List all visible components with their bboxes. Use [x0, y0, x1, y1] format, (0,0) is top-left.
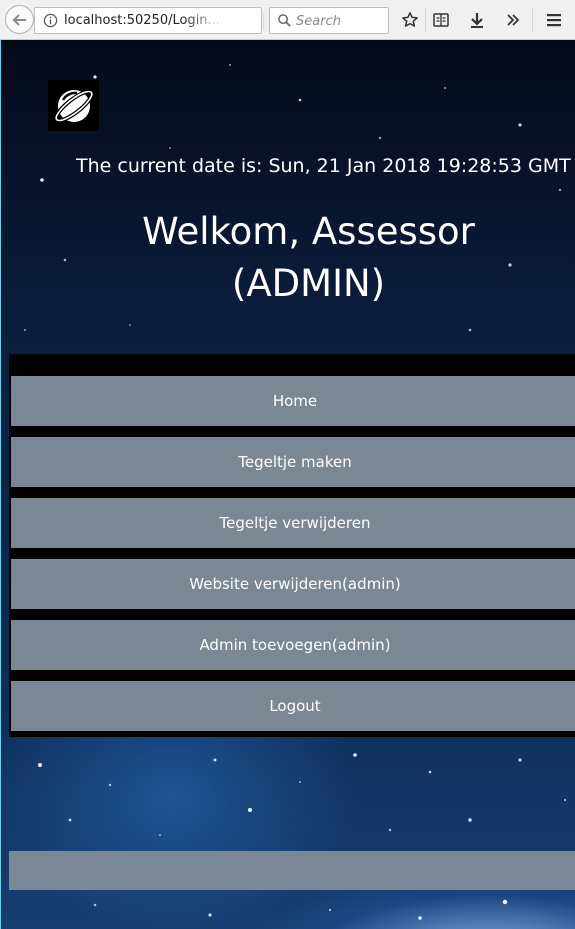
page-content: The current date is: Sun, 21 Jan 2018 19…	[0, 40, 575, 929]
welcome-line: Welkom, Assessor	[142, 210, 475, 253]
search-placeholder[interactable]: Search	[296, 14, 341, 29]
info-icon[interactable]	[43, 13, 58, 28]
search-bar[interactable]: Search	[269, 7, 389, 34]
role-line: (ADMIN)	[231, 262, 386, 305]
address-bar[interactable]: localhost:50250/Login...	[34, 7, 283, 34]
footer-bar	[9, 851, 575, 890]
menu-item-delete-website[interactable]: Website verwijderen(admin)	[11, 559, 575, 609]
menu-item-delete-tile[interactable]: Tegeltje verwijderen	[11, 498, 575, 548]
menu-item-create-tile[interactable]: Tegeltje maken	[11, 437, 575, 487]
menu-item-add-admin[interactable]: Admin toevoegen(admin)	[11, 620, 575, 670]
planet-logo-icon	[48, 80, 99, 131]
toolbar-separator	[425, 8, 426, 32]
search-icon	[278, 14, 291, 27]
overflow-chevron-icon[interactable]	[504, 11, 522, 29]
url-text[interactable]: localhost:50250/Login...	[64, 13, 224, 28]
url-separator	[263, 13, 264, 30]
welcome-heading: Welkom, Assessor (ADMIN)	[0, 206, 575, 310]
main-menu: Home Tegeltje maken Tegeltje verwijderen…	[9, 354, 575, 737]
current-date-text: The current date is: Sun, 21 Jan 2018 19…	[76, 155, 571, 177]
menu-item-logout[interactable]: Logout	[11, 681, 575, 731]
arrow-left-icon	[12, 13, 26, 26]
browser-toolbar: localhost:50250/Login... Search	[0, 0, 575, 40]
back-button[interactable]	[5, 5, 34, 34]
hamburger-menu-icon[interactable]	[545, 11, 563, 29]
download-icon[interactable]	[468, 11, 486, 29]
menu-item-home[interactable]: Home	[11, 376, 575, 426]
toolbar-separator	[532, 8, 533, 32]
reading-list-icon[interactable]	[432, 11, 450, 29]
bookmark-star-icon[interactable]	[401, 11, 419, 29]
